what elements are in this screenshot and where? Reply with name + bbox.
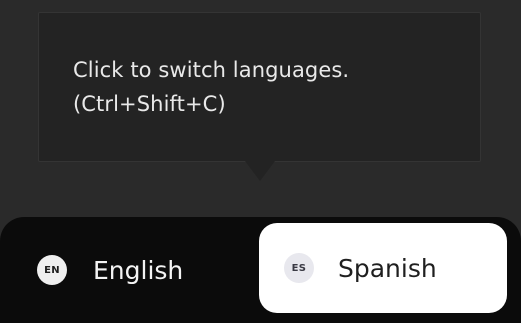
language-toggle: EN English ES Spanish (0, 217, 521, 323)
language-option-spanish[interactable]: ES Spanish (259, 223, 507, 313)
language-option-english[interactable]: EN English (22, 217, 252, 323)
tooltip-arrow (245, 161, 275, 181)
en-language-icon: EN (37, 255, 67, 285)
tooltip-text: Click to switch languages. (Ctrl+Shift+C… (73, 53, 349, 121)
language-label-english: English (93, 255, 184, 285)
language-switch-tooltip: Click to switch languages. (Ctrl+Shift+C… (38, 12, 481, 162)
tooltip-message: Click to switch languages. (73, 58, 350, 82)
language-label-spanish: Spanish (338, 253, 437, 283)
app-surface: Click to switch languages. (Ctrl+Shift+C… (0, 0, 521, 323)
tooltip-shortcut: (Ctrl+Shift+C) (73, 92, 226, 116)
es-language-icon: ES (284, 253, 314, 283)
